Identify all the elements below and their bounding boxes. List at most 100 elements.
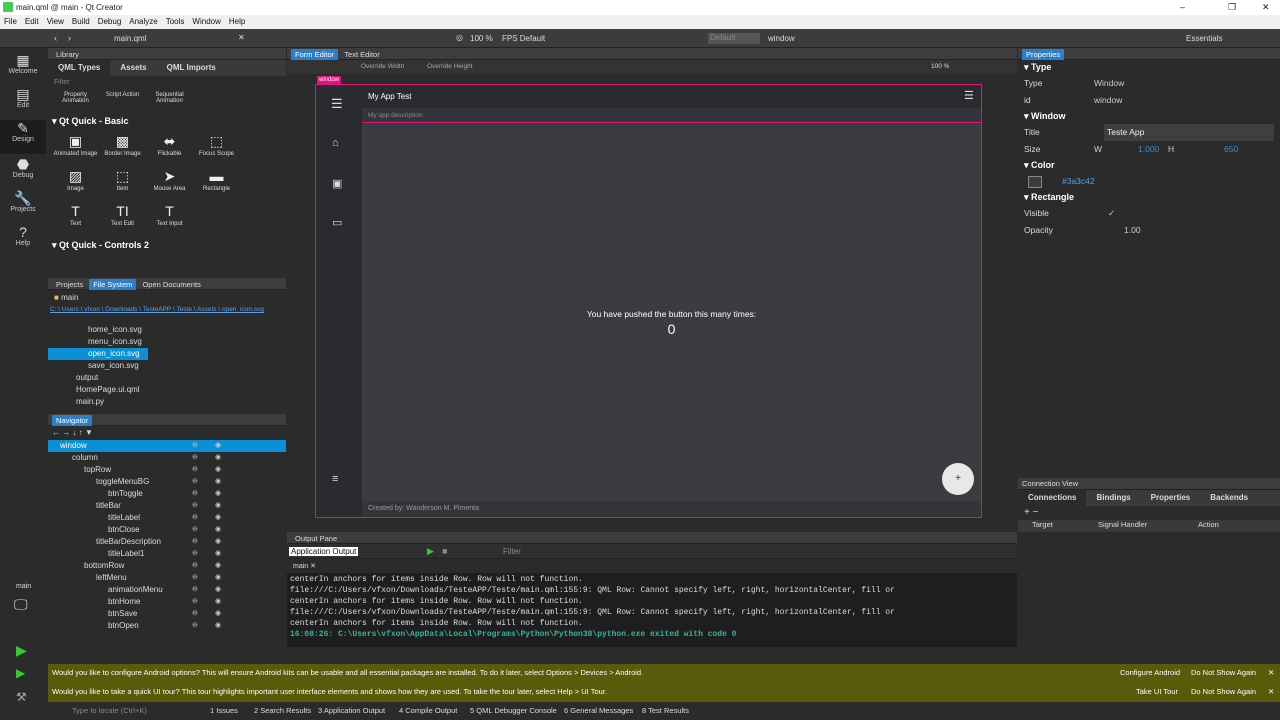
animated-image-item[interactable]: ▣ Animated Image	[52, 131, 99, 166]
application-output-tab[interactable]: Application Output	[289, 547, 359, 556]
navigator-item[interactable]: window ⊖ ◉	[48, 440, 286, 452]
minimize-button[interactable]: –	[1180, 2, 1185, 12]
mode-edit[interactable]: ▤ Edit	[0, 86, 46, 120]
output-filter[interactable]: Filter	[503, 547, 521, 556]
run-icon[interactable]: ▶	[16, 642, 27, 659]
property-animation-item[interactable]: Property Animation	[52, 92, 99, 114]
menu-toggle-icon[interactable]: ☰	[331, 96, 343, 112]
app-menu-icon[interactable]: ☰	[964, 89, 974, 102]
export-icon[interactable]: ⊖	[192, 536, 198, 548]
navigator-item[interactable]: titleBarDescription ⊖ ◉	[48, 536, 286, 548]
arrow-up-icon[interactable]: ↑	[79, 428, 83, 437]
navigator-item[interactable]: animationMenu ⊖ ◉	[48, 584, 286, 596]
rerun-icon[interactable]: ▶	[427, 546, 434, 557]
export-icon[interactable]: ⊖	[192, 452, 198, 464]
navigator-tab[interactable]: Navigator	[52, 415, 93, 426]
close-notification-icon[interactable]: ✕	[1268, 668, 1274, 677]
qml-debugger-pane-button[interactable]: 5 QML Debugger Console	[470, 706, 557, 715]
visibility-eye-icon[interactable]: ◉	[215, 620, 221, 632]
compile-output-pane-button[interactable]: 4 Compile Output	[399, 706, 457, 715]
text-edit-item[interactable]: TI Text Edit	[99, 201, 146, 236]
file-item[interactable]: menu_icon.svg	[48, 336, 286, 348]
visibility-eye-icon[interactable]: ◉	[215, 464, 221, 476]
search-results-pane-button[interactable]: 2 Search Results	[254, 706, 311, 715]
color-field[interactable]: #3a3c42	[1062, 173, 1095, 190]
add-fab-button[interactable]: +	[942, 463, 974, 495]
navigator-item[interactable]: leftMenu ⊖ ◉	[48, 572, 286, 584]
visibility-eye-icon[interactable]: ◉	[215, 572, 221, 584]
text-item[interactable]: T Text	[52, 201, 99, 236]
opacity-field[interactable]: 1.00	[1124, 222, 1141, 239]
navigator-item[interactable]: column ⊖ ◉	[48, 452, 286, 464]
mouse-area-item[interactable]: ➤ Mouse Area	[146, 166, 193, 201]
export-icon[interactable]: ⊖	[192, 488, 198, 500]
visibility-eye-icon[interactable]: ◉	[215, 440, 221, 452]
remove-icon[interactable]: −	[1033, 507, 1039, 518]
close-file-icon[interactable]: ✕	[238, 33, 245, 42]
scope-select[interactable]: window	[768, 34, 795, 43]
general-messages-pane-button[interactable]: 6 General Messages	[564, 706, 633, 715]
menu-debug[interactable]: Debug	[94, 15, 126, 29]
text-editor-tab[interactable]: Text Editor	[340, 49, 383, 60]
qt-quick-controls-section[interactable]: ▾ Qt Quick - Controls 2	[48, 238, 286, 253]
navigator-item[interactable]: titleLabel ⊖ ◉	[48, 512, 286, 524]
configure-android-button[interactable]: Configure Android	[1120, 668, 1180, 677]
visibility-eye-icon[interactable]: ◉	[215, 524, 221, 536]
menu-tools[interactable]: Tools	[162, 15, 189, 29]
visibility-eye-icon[interactable]: ◉	[215, 536, 221, 548]
arrow-left-icon[interactable]: ←	[52, 428, 60, 437]
form-editor-tab[interactable]: Form Editor	[291, 49, 339, 60]
menu-help[interactable]: Help	[225, 15, 249, 29]
forward-arrow-icon[interactable]: ›	[68, 33, 71, 43]
navigator-item[interactable]: btnOpen ⊖ ◉	[48, 620, 286, 632]
text-input-item[interactable]: T Text Input	[146, 201, 193, 236]
visibility-eye-icon[interactable]: ◉	[215, 488, 221, 500]
navigator-item[interactable]: btnToggle ⊖ ◉	[48, 488, 286, 500]
item-item[interactable]: ⬚ Item	[99, 166, 146, 201]
menu-edit[interactable]: Edit	[21, 15, 43, 29]
filter-icon[interactable]: ▼	[85, 428, 93, 437]
open-file-name[interactable]: main.qml	[114, 34, 146, 43]
export-icon[interactable]: ⊖	[192, 584, 198, 596]
export-icon[interactable]: ⊖	[192, 512, 198, 524]
color-section[interactable]: ▾ Color	[1018, 158, 1280, 173]
override-width[interactable]: Override Width	[361, 63, 404, 70]
visibility-eye-icon[interactable]: ◉	[215, 452, 221, 464]
image-item[interactable]: ▨ Image	[52, 166, 99, 201]
export-icon[interactable]: ⊖	[192, 440, 198, 452]
export-icon[interactable]: ⊖	[192, 596, 198, 608]
file-item[interactable]: save_icon.svg	[48, 360, 286, 372]
export-icon[interactable]: ⊖	[192, 500, 198, 512]
menu-file[interactable]: File	[0, 15, 21, 29]
visibility-eye-icon[interactable]: ◉	[215, 560, 221, 572]
editor-zoom[interactable]: 100 %	[931, 63, 949, 70]
mode-projects[interactable]: 🔧 Projects	[0, 190, 46, 224]
issues-pane-button[interactable]: 1 Issues	[210, 706, 238, 715]
focus-scope-item[interactable]: ⬚ Focus Scope	[193, 131, 240, 166]
save-icon[interactable]: ▣	[332, 177, 342, 190]
color-swatch[interactable]	[1028, 176, 1042, 188]
visibility-eye-icon[interactable]: ◉	[215, 512, 221, 524]
folder-item[interactable]: output	[48, 372, 286, 384]
mode-help[interactable]: ? Help	[0, 224, 46, 258]
navigator-item[interactable]: topRow ⊖ ◉	[48, 464, 286, 476]
flickable-item[interactable]: ⬌ Flickable	[146, 131, 193, 166]
close-run-icon[interactable]: ✕	[310, 563, 316, 570]
add-icon[interactable]: +	[1024, 507, 1030, 518]
qt-quick-basic-section[interactable]: ▾ Qt Quick - Basic	[48, 114, 286, 129]
visibility-eye-icon[interactable]: ◉	[215, 476, 221, 488]
state-select[interactable]: Default	[708, 33, 760, 44]
monitor-icon[interactable]: 🖵	[14, 596, 28, 613]
settings-menu-icon[interactable]: ≡	[332, 473, 338, 485]
close-window-button[interactable]: ✕	[1262, 2, 1270, 13]
export-icon[interactable]: ⊖	[192, 620, 198, 632]
window-section[interactable]: ▾ Window	[1018, 109, 1280, 124]
menu-build[interactable]: Build	[68, 15, 94, 29]
properties-conn-tab[interactable]: Properties	[1141, 490, 1201, 506]
menu-view[interactable]: View	[43, 15, 68, 29]
debug-run-icon[interactable]: ▶	[16, 666, 25, 680]
maximize-button[interactable]: ❐	[1228, 2, 1236, 13]
visible-checkbox[interactable]: ✓	[1108, 205, 1115, 222]
export-icon[interactable]: ⊖	[192, 608, 198, 620]
export-icon[interactable]: ⊖	[192, 560, 198, 572]
